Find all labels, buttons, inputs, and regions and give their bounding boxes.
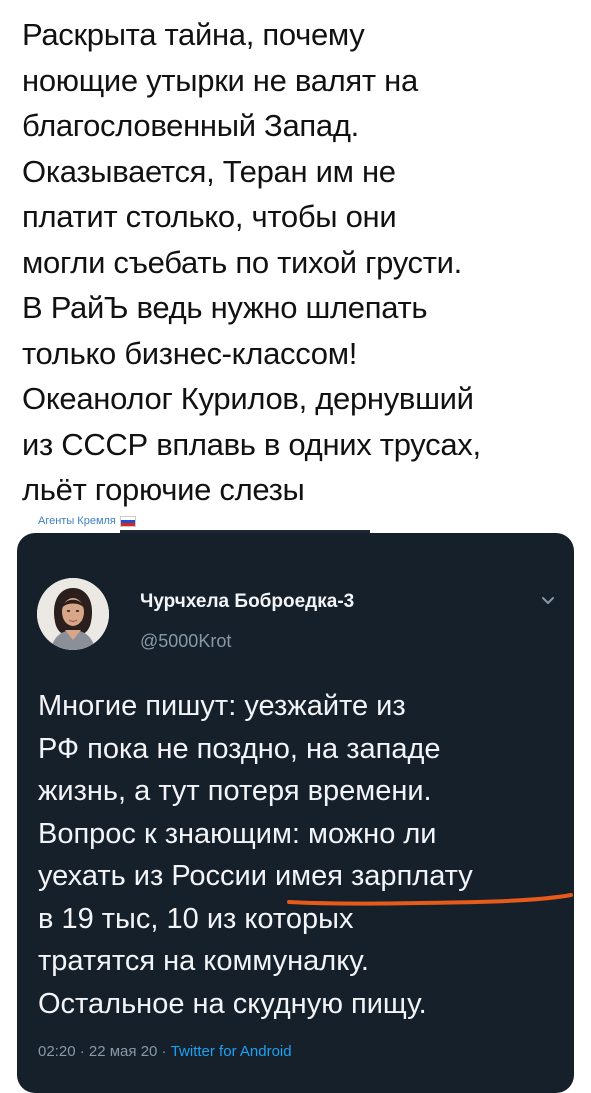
quoted-tweet-card[interactable]: Чурчхела Боброедка-3 @5000Krot Многие пи… [17,533,574,1093]
post-text-line: Раскрыта тайна, почему [22,17,365,52]
post-text-line: Океанолог Курилов, дернувший [22,381,474,416]
post-text-line: только бизнес-классом! [22,335,358,371]
post-text-line: ноющие утырки не валят на [22,62,418,98]
tweet-body-line: тратятся на коммуналку. [38,945,369,977]
tweet-time: 02:20 [38,1043,76,1060]
tweet-source-link[interactable]: Twitter for Android [171,1043,292,1060]
avatar[interactable] [37,578,109,650]
tweet-body-line: Вопрос к знающим: можно ли [38,817,437,850]
russian-flag-icon [119,515,136,527]
tweet-meta: 02:20 · 22 мая 20 · Twitter for Android [38,1043,292,1060]
tweet-body-line: жизнь, а тут потеря времени. [38,775,432,807]
post-text-line: могли съебать по тихой грусти. [22,244,462,280]
post-text-line: платит столько, чтобы они [22,199,397,234]
tweet-body: Многие пишут: уезжайте из РФ пока не поз… [38,685,568,1025]
watermark: Агенты Кремля [38,515,136,527]
avatar-portrait-icon [37,578,109,650]
display-name[interactable]: Чурчхела Боброедка-3 [140,591,354,613]
tweet-date: 22 мая 20 [88,1043,158,1060]
highlight-underline-stroke [287,893,573,906]
tweet-body-line: Многие пишут: уезжайте из [38,690,406,722]
post-text-line: В РайЪ ведь нужно шлепать [22,290,428,325]
post-text-line: из СССР вплавь в одних трусах, [22,426,481,462]
tweet-body-line: Остальное на скудную пищу. [38,987,427,1020]
post-text-line: благословенный Запад. [22,108,359,143]
post-text-line: льёт горючие слезы [22,472,305,507]
tweet-body-line: РФ пока не поздно, на западе [38,732,441,765]
user-handle[interactable]: @5000Krot [140,631,231,652]
post-text-line: Оказывается, Теран им не [22,153,396,189]
meta-separator: · [79,1043,85,1060]
meta-separator: · [161,1043,167,1060]
chevron-down-icon[interactable] [538,591,558,611]
watermark-label: Агенты Кремля [38,515,116,527]
post-text: Раскрыта тайна, почему ноющие утырки не … [22,12,582,513]
